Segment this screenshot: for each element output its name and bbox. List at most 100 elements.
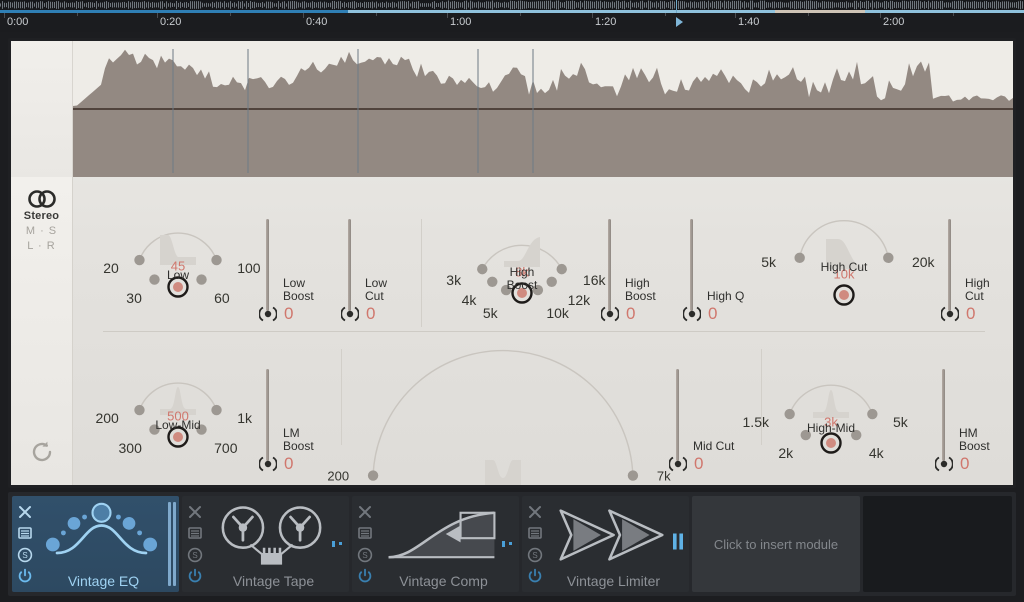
close-icon[interactable] (187, 504, 203, 520)
close-icon[interactable] (357, 504, 373, 520)
band-option-dot[interactable] (211, 404, 222, 416)
close-icon[interactable] (17, 504, 33, 520)
slider-handle-lm-boost[interactable] (258, 455, 278, 478)
slider-handle-hm-boost[interactable] (934, 455, 954, 478)
slider-track-hm-boost[interactable] (942, 369, 945, 461)
slider-high-cut[interactable]: High Cut 0 (940, 219, 1013, 323)
eq-band-high-boost[interactable]: 3k 4k 5k 10k 12k 16k 8k High Boost (446, 199, 606, 321)
band-option-dot[interactable] (784, 408, 795, 420)
band-option-dot[interactable] (794, 252, 805, 264)
band-option-label-low-3[interactable]: 60 (214, 290, 230, 306)
eq-band-high-mid[interactable]: 1.5k 2k 4k 5k 3k High-Mid (743, 351, 908, 461)
band-option-label-high-cut-2[interactable]: 20k (912, 254, 935, 270)
slider-handle-high-q[interactable] (682, 305, 702, 328)
insert-module-slot[interactable]: Click to insert module (692, 496, 860, 592)
band-option-label-high-boost-4[interactable]: 10k (546, 305, 569, 321)
close-icon[interactable] (527, 504, 543, 520)
reset-icon[interactable] (28, 438, 56, 471)
band-option-label-high-boost-2[interactable]: 5k (483, 305, 498, 321)
band-option-label-low-0[interactable]: 20 (103, 260, 119, 276)
band-option-dot[interactable] (477, 263, 488, 275)
band-option-dot[interactable] (367, 470, 379, 481)
band-option-label-low-mid-1[interactable]: 300 (119, 440, 142, 456)
waveform-canvas[interactable] (73, 41, 1013, 177)
waveform-display[interactable] (11, 41, 1013, 177)
band-option-dot[interactable] (627, 470, 639, 481)
band-option-selected-dot[interactable] (839, 290, 849, 300)
solo-icon[interactable]: S (17, 547, 33, 563)
band-option-selected-dot[interactable] (173, 282, 183, 292)
band-option-label-high-boost-1[interactable]: 4k (462, 292, 477, 308)
playhead-line (676, 0, 677, 13)
band-option-dot[interactable] (546, 276, 557, 287)
slider-handle-high-boost[interactable] (600, 305, 620, 328)
playhead-marker[interactable] (676, 17, 683, 27)
list-icon[interactable] (187, 525, 203, 541)
band-option-selected-dot[interactable] (826, 438, 836, 448)
band-option-label-low-1[interactable]: 30 (126, 290, 142, 306)
timeline-tick-row[interactable]: 0:00 0:20 0:40 1:00 1:20 1:40 2:00 (0, 13, 1024, 32)
slider-track-low-cut[interactable] (348, 219, 351, 311)
band-option-dot[interactable] (196, 274, 207, 285)
slider-high-q[interactable]: High Q0 (682, 219, 773, 323)
band-option-dot[interactable] (487, 276, 498, 287)
slider-high-boost[interactable]: High Boost 0 (600, 219, 691, 323)
band-option-dot[interactable] (867, 408, 878, 420)
band-option-label-high-mid-1[interactable]: 2k (778, 445, 793, 461)
slider-handle-high-cut[interactable] (940, 305, 960, 328)
mode-option-lr[interactable]: L · R (11, 240, 72, 252)
eq-band-high-cut[interactable]: 5k 20k 10k High Cut (761, 201, 935, 306)
band-option-dot[interactable] (134, 254, 145, 266)
slider-track-high-boost[interactable] (608, 219, 611, 311)
band-option-label-high-boost-0[interactable]: 3k (446, 272, 461, 288)
power-icon[interactable] (527, 568, 543, 584)
slider-handle-low-cut[interactable] (340, 305, 360, 328)
power-icon[interactable] (357, 568, 373, 584)
band-option-label-high-mid-3[interactable]: 4k (869, 445, 884, 461)
list-icon[interactable] (527, 525, 543, 541)
eq-band-low-mid[interactable]: 200 300 700 1k 500 Low-Mid (95, 351, 252, 456)
band-option-label-low-4[interactable]: 100 (237, 260, 260, 276)
band-option-dot[interactable] (211, 254, 222, 266)
solo-icon[interactable]: S (357, 547, 373, 563)
band-option-dot[interactable] (556, 263, 567, 275)
slider-track-high-cut[interactable] (948, 219, 951, 311)
band-option-label-low-mid-4[interactable]: 1k (237, 410, 252, 426)
slider-hm-boost[interactable]: HM Boost 0 (934, 369, 1013, 473)
band-option-dot[interactable] (883, 252, 894, 264)
slider-handle-mid-cut[interactable] (668, 455, 688, 478)
slider-track-lm-boost[interactable] (266, 369, 269, 461)
band-option-label-high-cut-0[interactable]: 5k (761, 254, 776, 270)
band-option-label-low-mid-0[interactable]: 200 (95, 410, 118, 426)
solo-icon[interactable]: S (527, 547, 543, 563)
timeline-ruler[interactable]: 0:00 0:20 0:40 1:00 1:20 1:40 2:00 (0, 0, 1024, 32)
power-icon[interactable] (17, 568, 33, 584)
solo-icon[interactable]: S (187, 547, 203, 563)
module-vintage-limiter[interactable]: S Vintage Limiter (522, 496, 689, 592)
eq-band-mid[interactable]: 2003005007001k2k3k4k5k7k1.5kMid (327, 337, 671, 485)
band-option-selected-dot[interactable] (173, 432, 183, 442)
module-vintage-comp[interactable]: S Vintage Comp (352, 496, 519, 592)
slider-handle-low-boost[interactable] (258, 305, 278, 328)
band-option-label-high-mid-4[interactable]: 5k (893, 414, 908, 430)
slider-lm-boost[interactable]: LM Boost 0 (258, 369, 349, 473)
module-vintage-eq[interactable]: S Vintage EQ (12, 496, 179, 592)
mode-option-ms[interactable]: M · S (11, 225, 72, 237)
slider-track-high-q[interactable] (690, 219, 693, 311)
band-option-label-mid-0[interactable]: 200 (327, 469, 349, 484)
band-option-dot[interactable] (149, 274, 160, 285)
stereo-icon[interactable] (11, 189, 72, 209)
list-icon[interactable] (357, 525, 373, 541)
band-option-label-low-mid-3[interactable]: 700 (214, 440, 237, 456)
eq-band-low[interactable]: 20 30 60 100 45 Low (103, 201, 261, 306)
power-icon[interactable] (187, 568, 203, 584)
slider-low-cut[interactable]: Low Cut 0 (340, 219, 431, 323)
module-vintage-tape[interactable]: S Vintage Tape (182, 496, 349, 592)
slider-low-boost[interactable]: Low Boost 0 (258, 219, 349, 323)
list-icon[interactable] (17, 525, 33, 541)
slider-track-mid-cut[interactable] (676, 369, 679, 461)
band-option-label-high-boost-5[interactable]: 12k (568, 292, 591, 308)
slider-track-low-boost[interactable] (266, 219, 269, 311)
band-option-dot[interactable] (134, 404, 145, 416)
band-option-label-high-mid-0[interactable]: 1.5k (743, 414, 769, 430)
